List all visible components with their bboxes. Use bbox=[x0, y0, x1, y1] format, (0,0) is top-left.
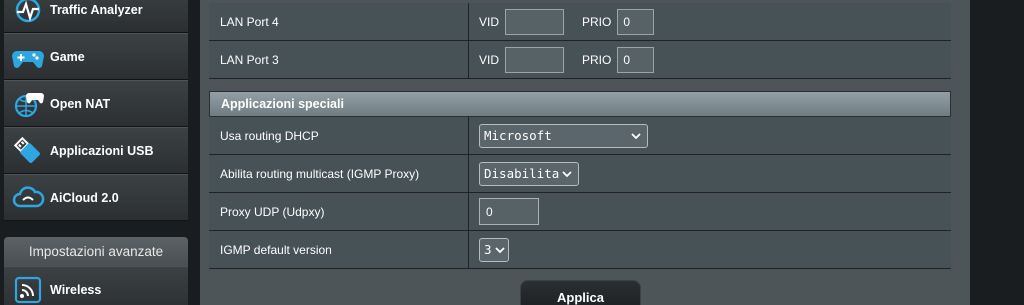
vid-label: VID bbox=[479, 14, 500, 29]
sidebar: Traffic Analyzer Game Open NAT Applicazi… bbox=[0, 0, 192, 305]
udp-proxy-row: Proxy UDP (Udpxy) 0 bbox=[209, 193, 951, 231]
lan-port-4-row: LAN Port 4 VID PRIO 0 bbox=[209, 3, 951, 41]
cloud-icon bbox=[10, 180, 46, 216]
setting-label: Usa routing DHCP bbox=[209, 117, 469, 154]
gamepad-icon bbox=[10, 39, 46, 75]
lan-port-3-row: LAN Port 3 VID PRIO 0 bbox=[209, 41, 951, 79]
select-value: Disabilita bbox=[484, 166, 560, 181]
sidebar-item-wireless[interactable]: Wireless bbox=[4, 266, 188, 305]
setting-label: Abilita routing multicast (IGMP Proxy) bbox=[209, 155, 469, 192]
sidebar-item-label: Wireless bbox=[50, 282, 102, 297]
setting-value: 0 bbox=[469, 193, 951, 230]
lan-port-values: VID PRIO 0 bbox=[469, 3, 951, 40]
open-nat-icon bbox=[10, 86, 46, 122]
sidebar-item-label: Open NAT bbox=[50, 96, 111, 111]
vid-input[interactable] bbox=[505, 8, 565, 35]
sidebar-item-open-nat[interactable]: Open NAT bbox=[4, 80, 188, 127]
lan-port-table: LAN Port 4 VID PRIO 0 LAN Port 3 VID PRI… bbox=[209, 3, 951, 79]
apply-button[interactable]: Applica bbox=[520, 280, 641, 305]
sidebar-item-game[interactable]: Game bbox=[4, 33, 188, 80]
sidebar-item-label: Game bbox=[50, 49, 85, 64]
dhcp-routing-row: Usa routing DHCP Microsoft bbox=[209, 117, 951, 155]
chevron-down-icon bbox=[495, 246, 505, 253]
traffic-analyzer-icon bbox=[10, 0, 46, 28]
lan-port-label: LAN Port 3 bbox=[209, 41, 469, 78]
setting-value: Disabilita bbox=[469, 155, 951, 192]
special-apps-table: Applicazioni speciali Usa routing DHCP M… bbox=[209, 80, 951, 269]
igmp-version-select[interactable]: 3 bbox=[479, 237, 509, 262]
prio-label: PRIO bbox=[582, 14, 612, 29]
sidebar-item-traffic-analyzer[interactable]: Traffic Analyzer bbox=[4, 0, 188, 33]
select-value: Microsoft bbox=[484, 128, 552, 143]
multicast-routing-row: Abilita routing multicast (IGMP Proxy) D… bbox=[209, 155, 951, 193]
advanced-settings-header: Impostazioni avanzate bbox=[4, 237, 188, 266]
setting-label: IGMP default version bbox=[209, 231, 469, 268]
lan-port-label: LAN Port 4 bbox=[209, 3, 469, 40]
usb-icon bbox=[10, 133, 46, 169]
sidebar-item-aicloud[interactable]: AiCloud 2.0 bbox=[4, 174, 188, 221]
sidebar-item-label: Applicazioni USB bbox=[50, 143, 154, 158]
prio-label: PRIO bbox=[582, 52, 612, 67]
vid-label: VID bbox=[479, 52, 500, 67]
setting-value: Microsoft bbox=[469, 117, 951, 154]
dhcp-routing-select[interactable]: Microsoft bbox=[479, 123, 648, 148]
prio-input[interactable]: 0 bbox=[617, 46, 655, 73]
select-value: 3 bbox=[484, 242, 492, 257]
setting-label: Proxy UDP (Udpxy) bbox=[209, 193, 469, 230]
lan-port-values: VID PRIO 0 bbox=[469, 41, 951, 78]
setting-value: 3 bbox=[469, 231, 951, 268]
sidebar-item-usb-apps[interactable]: Applicazioni USB bbox=[4, 127, 188, 174]
main-panel: LAN Port 4 VID PRIO 0 LAN Port 3 VID PRI… bbox=[200, 0, 970, 305]
igmp-version-row: IGMP default version 3 bbox=[209, 231, 951, 269]
multicast-routing-select[interactable]: Disabilita bbox=[479, 161, 579, 186]
chevron-down-icon bbox=[631, 132, 641, 139]
udp-proxy-input[interactable]: 0 bbox=[479, 198, 539, 225]
wireless-icon bbox=[10, 272, 46, 305]
prio-input[interactable]: 0 bbox=[617, 8, 655, 35]
vid-input[interactable] bbox=[505, 46, 565, 73]
section-title: Applicazioni speciali bbox=[209, 91, 951, 117]
sidebar-item-label: Traffic Analyzer bbox=[50, 2, 143, 17]
sidebar-item-label: AiCloud 2.0 bbox=[50, 190, 119, 205]
chevron-down-icon bbox=[562, 170, 572, 177]
